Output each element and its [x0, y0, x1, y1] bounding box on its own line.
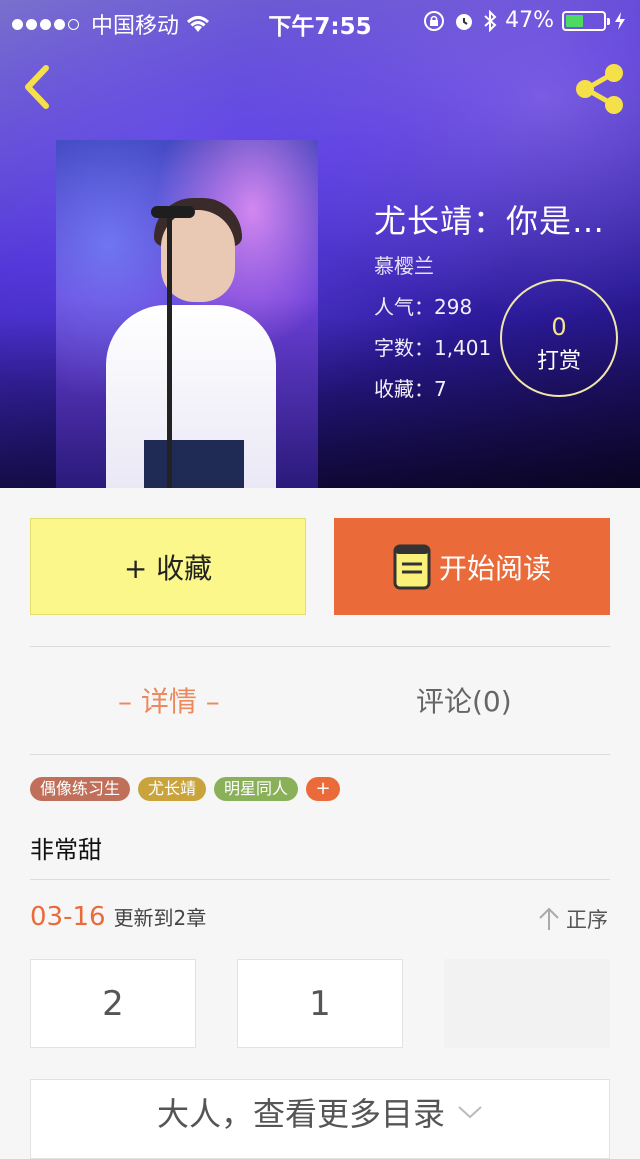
- reward-label: 打赏: [536, 349, 581, 374]
- book-summary: 非常甜: [30, 836, 102, 864]
- add-to-favorites-label: + 收藏: [123, 551, 213, 585]
- start-reading-label: 开始阅读: [438, 551, 551, 585]
- chevron-down-icon: [458, 1106, 482, 1119]
- update-date: 03-16: [30, 902, 106, 932]
- update-info: 03-16 更新到2章: [30, 902, 206, 932]
- rotation-lock-icon: [424, 10, 445, 31]
- chapter-item[interactable]: 1: [237, 959, 403, 1048]
- status-bar: 中国移动 下午7:55 47%: [0, 0, 640, 40]
- divider: [30, 754, 610, 755]
- arrow-up-icon: [539, 907, 559, 930]
- book-author: 慕樱兰: [374, 254, 434, 278]
- tag-item[interactable]: 明星同人: [214, 777, 299, 801]
- sort-order-label: 正序: [566, 908, 608, 932]
- start-reading-button[interactable]: 开始阅读: [334, 518, 610, 615]
- book-header-backdrop: 中国移动 下午7:55 47% 尤长靖：你是… 慕樱兰 人气：298 字数：1,…: [0, 0, 640, 488]
- share-button[interactable]: [572, 62, 628, 116]
- tag-list: 偶像练习生 尤长靖 明星同人 +: [30, 777, 341, 801]
- tag-item[interactable]: 偶像练习生: [30, 777, 131, 801]
- reward-button[interactable]: 0 打赏: [500, 279, 618, 397]
- add-to-favorites-button[interactable]: + 收藏: [30, 518, 306, 615]
- book-title: 尤长靖：你是…: [374, 202, 606, 240]
- chevron-left-icon: [25, 65, 49, 109]
- chapter-item[interactable]: 2: [30, 959, 196, 1048]
- battery-icon: [562, 10, 610, 31]
- charging-icon: [615, 11, 625, 30]
- tag-item[interactable]: 尤长靖: [138, 777, 207, 801]
- tab-comments[interactable]: 评论(0): [416, 680, 512, 720]
- chapter-placeholder: [444, 959, 610, 1048]
- sort-order-toggle[interactable]: 正序: [538, 904, 608, 934]
- share-icon: [576, 64, 623, 114]
- status-right: 47%: [423, 8, 626, 33]
- tab-detail[interactable]: – 详情 –: [118, 680, 220, 720]
- book-cover-image[interactable]: [56, 140, 318, 488]
- battery-percent: 47%: [505, 8, 554, 33]
- bluetooth-icon: [484, 9, 497, 32]
- book-icon: [393, 544, 431, 589]
- view-more-label: 大人，查看更多目录: [156, 1095, 445, 1133]
- view-more-chapters-button[interactable]: 大人，查看更多目录: [30, 1079, 610, 1159]
- divider: [30, 879, 610, 880]
- reward-count: 0: [551, 313, 567, 341]
- alarm-icon: [456, 13, 473, 30]
- divider: [30, 646, 610, 647]
- update-text: 更新到2章: [113, 906, 207, 930]
- add-tag-button[interactable]: +: [306, 777, 341, 801]
- back-button[interactable]: [18, 62, 58, 112]
